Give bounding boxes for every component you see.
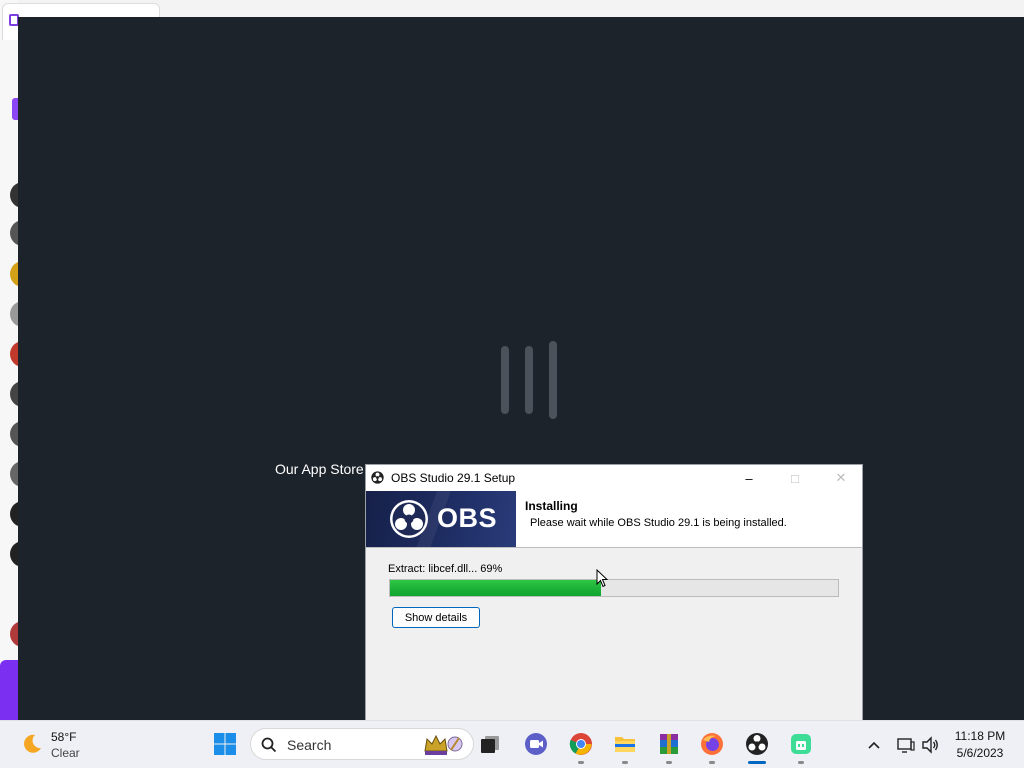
start-button[interactable]: [210, 729, 240, 759]
network-icon[interactable]: [896, 735, 916, 755]
obs-taskbar-button[interactable]: [742, 729, 772, 759]
weather-temperature[interactable]: 58°F: [51, 730, 76, 744]
taskbar-search[interactable]: Search: [250, 728, 474, 760]
chevron-up-icon[interactable]: [864, 735, 884, 755]
chrome-icon: [569, 733, 592, 755]
weather-condition[interactable]: Clear: [51, 746, 80, 760]
volume-icon[interactable]: [920, 735, 940, 755]
window-title: OBS Studio 29.1 Setup: [391, 471, 516, 485]
clock-time[interactable]: 11:18 PM: [944, 729, 1016, 743]
installer-taskbar-button[interactable]: [786, 729, 816, 759]
window-titlebar[interactable]: OBS Studio 29.1 Setup – □ ✕: [366, 465, 862, 491]
maximize-button[interactable]: □: [772, 465, 818, 491]
installing-subtitle: Please wait while OBS Studio 29.1 is bei…: [530, 517, 787, 529]
minimize-button[interactable]: –: [726, 465, 772, 491]
running-indicator: [798, 761, 804, 764]
meet-button[interactable]: [521, 729, 551, 759]
obs-banner-text: OBS: [437, 503, 498, 533]
running-indicator: [578, 761, 584, 764]
search-highlight-icon: [424, 734, 463, 755]
obs-icon: [746, 733, 768, 755]
search-placeholder: Search: [287, 737, 332, 753]
close-button[interactable]: ✕: [818, 465, 864, 491]
show-details-button[interactable]: Show details: [392, 607, 480, 628]
loading-spinner-bar: [549, 341, 557, 419]
running-indicator: [709, 761, 715, 764]
obs-icon: [371, 471, 384, 484]
winrar-icon: [660, 734, 678, 754]
extract-status: Extract: libcef.dll... 69%: [388, 563, 503, 575]
install-progress-bar: [389, 579, 839, 597]
installing-heading: Installing: [525, 499, 578, 513]
meet-icon: [525, 733, 547, 755]
task-view-button[interactable]: [475, 729, 505, 759]
active-indicator: [748, 761, 766, 764]
moon-icon[interactable]: [20, 732, 44, 756]
loading-spinner-bar: [525, 346, 533, 414]
folder-icon: [615, 737, 635, 752]
installer-header: OBS Installing Please wait while OBS Stu…: [366, 491, 862, 548]
chrome-button[interactable]: [566, 729, 596, 759]
taskbar: 58°F Clear Search 11:18 PM 5/6/2023: [0, 720, 1024, 768]
overlay-caption: Our App Store: [275, 461, 364, 477]
running-indicator: [666, 761, 672, 764]
search-icon: [261, 737, 277, 753]
obs-banner: OBS: [366, 491, 516, 547]
installer-icon: [791, 734, 811, 754]
obs-logo-icon: [390, 500, 428, 538]
firefox-button[interactable]: [697, 729, 727, 759]
installer-window: OBS Studio 29.1 Setup – □ ✕ OBS Installi…: [365, 464, 863, 720]
running-indicator: [622, 761, 628, 764]
task-view-icon: [481, 736, 499, 753]
progress-fill: [390, 580, 601, 596]
mouse-cursor-icon: [596, 569, 608, 588]
clock-date[interactable]: 5/6/2023: [944, 746, 1016, 760]
winrar-button[interactable]: [654, 729, 684, 759]
file-explorer-button[interactable]: [610, 729, 640, 759]
loading-spinner-bar: [501, 346, 509, 414]
windows-logo-icon: [214, 733, 236, 755]
firefox-icon: [701, 733, 723, 755]
background-purple-button[interactable]: [0, 660, 18, 720]
